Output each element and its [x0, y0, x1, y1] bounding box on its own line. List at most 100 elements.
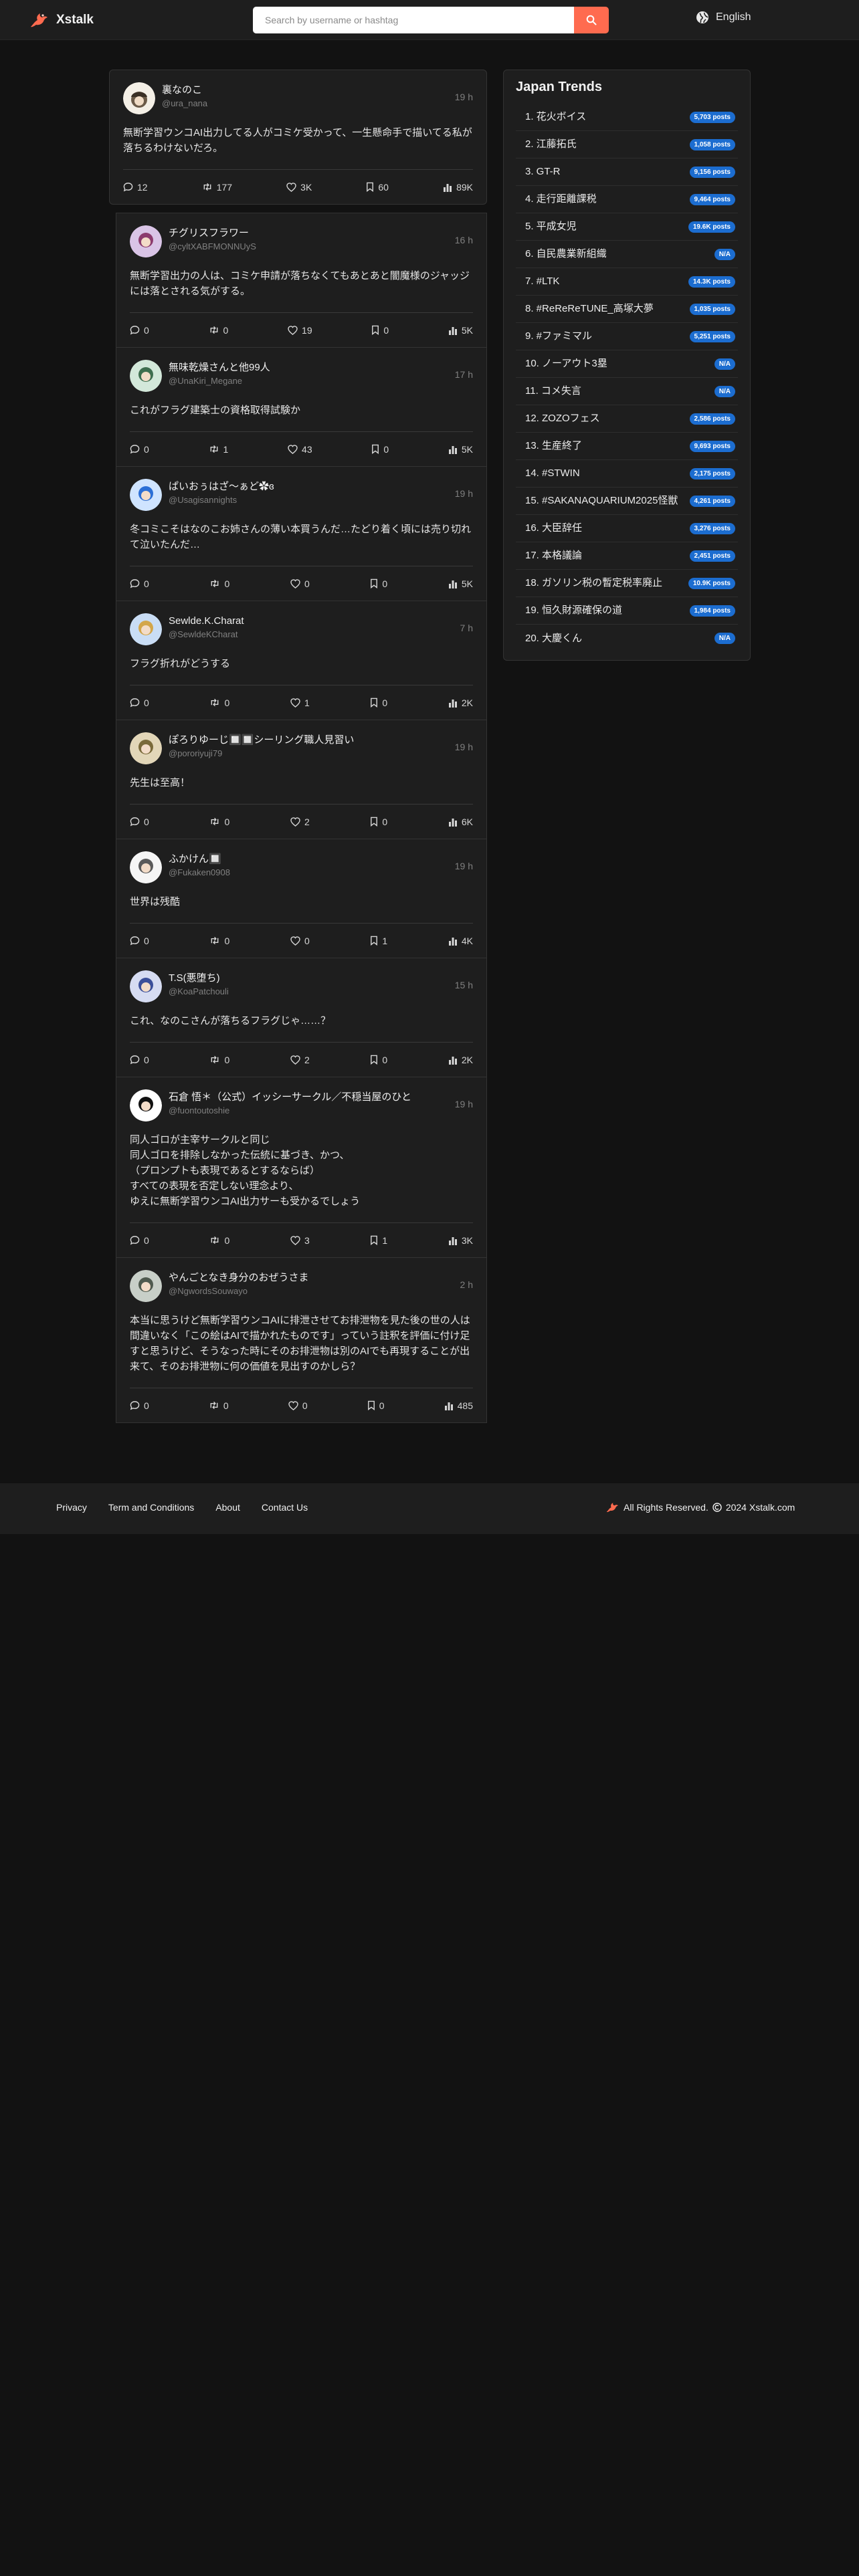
reply-button[interactable]: 0 — [130, 444, 149, 455]
bookmark-button[interactable]: 60 — [366, 182, 389, 193]
avatar[interactable] — [130, 479, 162, 511]
reply-button[interactable]: 0 — [130, 325, 149, 336]
author-name[interactable]: Sewlde.K.Charat — [169, 615, 460, 628]
reply-button[interactable]: 0 — [130, 817, 149, 827]
trend-item[interactable]: 20. 大慶くん N/A — [516, 625, 738, 652]
bookmark-button[interactable]: 1 — [370, 936, 387, 946]
reply-post[interactable]: 無味乾燥さんと他99人 @UnaKiri_Megane 17 h これがフラグ建築士の… — [116, 348, 487, 467]
trend-item[interactable]: 5. 平成女児 19.6K posts — [516, 213, 738, 241]
footer-link-contact[interactable]: Contact Us — [262, 1502, 308, 1513]
reply-button[interactable]: 0 — [130, 578, 149, 589]
author-handle[interactable]: @NgwordsSouwayo — [169, 1285, 460, 1298]
bookmark-button[interactable]: 0 — [370, 578, 387, 589]
author-handle[interactable]: @pororiyuji79 — [169, 747, 455, 760]
like-button[interactable]: 0 — [290, 936, 310, 946]
language-selector[interactable]: English — [696, 11, 751, 24]
reply-post[interactable]: やんごとなき身分のおぜうさま @NgwordsSouwayo 2 h 本当に思うけど無… — [116, 1258, 487, 1423]
avatar[interactable] — [130, 1089, 162, 1121]
author-name[interactable]: ぽろりゆーじ🔲🔲シーリング職人見習い — [169, 734, 455, 747]
avatar[interactable] — [123, 82, 155, 114]
like-button[interactable]: 3 — [290, 1235, 310, 1246]
like-button[interactable]: 2 — [290, 1055, 310, 1065]
trend-item[interactable]: 7. #LTK 14.3K posts — [516, 268, 738, 296]
reply-button[interactable]: 0 — [130, 936, 149, 946]
bookmark-button[interactable]: 0 — [370, 697, 387, 708]
avatar[interactable] — [130, 970, 162, 1002]
trend-item[interactable]: 1. 花火ボイス 5,703 posts — [516, 104, 738, 131]
trend-item[interactable]: 12. ZOZOフェス 2,586 posts — [516, 405, 738, 433]
reply-post[interactable]: ぱいおぅはざ〜ぁど✿ɞ @Usagisannights 19 h 冬コミこそはなのこお… — [116, 467, 487, 601]
search-button[interactable] — [574, 7, 609, 33]
main-post[interactable]: 裏なのこ @ura_nana 19 h 無断学習ウンコAI出力してる人がコミケ受… — [109, 70, 487, 205]
trend-item[interactable]: 10. ノーアウト3塁 N/A — [516, 350, 738, 378]
trend-item[interactable]: 8. #ReReReTUNE_高塚大夢 1,035 posts — [516, 296, 738, 323]
bookmark-button[interactable]: 0 — [367, 1400, 385, 1411]
repost-button[interactable]: 0 — [209, 1400, 229, 1411]
bookmark-button[interactable]: 0 — [371, 325, 389, 336]
bookmark-button[interactable]: 0 — [370, 817, 387, 827]
author-name[interactable]: T.S(悪堕ち) — [169, 972, 455, 985]
reply-button[interactable]: 0 — [130, 1400, 149, 1411]
reply-post[interactable]: チグリスフラワー @cyltXABFMONNUyS 16 h 無断学習出力の人は、コミ… — [116, 213, 487, 348]
trend-item[interactable]: 9. #ファミマル 5,251 posts — [516, 323, 738, 350]
footer-link-privacy[interactable]: Privacy — [56, 1502, 87, 1513]
trend-item[interactable]: 17. 本格議論 2,451 posts — [516, 542, 738, 570]
trend-item[interactable]: 14. #STWIN 2,175 posts — [516, 460, 738, 488]
author-handle[interactable]: @KoaPatchouli — [169, 985, 455, 998]
avatar[interactable] — [130, 1270, 162, 1302]
trend-item[interactable]: 2. 江藤拓氏 1,058 posts — [516, 131, 738, 158]
repost-button[interactable]: 177 — [202, 182, 232, 193]
reply-post[interactable]: T.S(悪堕ち) @KoaPatchouli 15 h これ、なのこさんが落ちるフラグ… — [116, 958, 487, 1077]
author-handle[interactable]: @cyltXABFMONNUyS — [169, 240, 455, 253]
author-name[interactable]: 石倉 悟＊（公式）イッシーサークル／不穏当屋のひと — [169, 1091, 455, 1104]
author-name[interactable]: チグリスフラワー — [169, 227, 455, 240]
like-button[interactable]: 19 — [288, 325, 312, 336]
trend-item[interactable]: 19. 恒久財源確保の道 1,984 posts — [516, 597, 738, 625]
avatar[interactable] — [130, 851, 162, 883]
footer-link-terms[interactable]: Term and Conditions — [108, 1502, 194, 1513]
repost-button[interactable]: 0 — [209, 325, 228, 336]
avatar[interactable] — [130, 225, 162, 257]
author-handle[interactable]: @ura_nana — [162, 97, 455, 110]
reply-post[interactable]: ふかけん🔲 @Fukaken0908 19 h 世界は残酷 0 0 0 1 4K — [116, 839, 487, 958]
like-button[interactable]: 0 — [290, 578, 310, 589]
repost-button[interactable]: 0 — [209, 1055, 229, 1065]
repost-button[interactable]: 0 — [209, 697, 229, 708]
author-handle[interactable]: @Fukaken0908 — [169, 866, 455, 879]
trend-item[interactable]: 15. #SAKANAQUARIUM2025怪獣 4,261 posts — [516, 488, 738, 515]
reply-button[interactable]: 0 — [130, 697, 149, 708]
author-handle[interactable]: @SewldeKCharat — [169, 628, 460, 641]
avatar[interactable] — [130, 360, 162, 392]
bookmark-button[interactable]: 1 — [370, 1235, 387, 1246]
like-button[interactable]: 1 — [290, 697, 310, 708]
repost-button[interactable]: 1 — [209, 444, 228, 455]
author-handle[interactable]: @Usagisannights — [169, 494, 455, 507]
author-handle[interactable]: @UnaKiri_Megane — [169, 374, 455, 388]
author-name[interactable]: やんごとなき身分のおぜうさま — [169, 1271, 460, 1285]
author-name[interactable]: ぱいおぅはざ〜ぁど✿ɞ — [169, 480, 455, 494]
trend-item[interactable]: 13. 生産終了 9,693 posts — [516, 433, 738, 460]
author-name[interactable]: 裏なのこ — [162, 84, 455, 97]
bookmark-button[interactable]: 0 — [371, 444, 389, 455]
reply-button[interactable]: 0 — [130, 1235, 149, 1246]
trend-item[interactable]: 16. 大臣辞任 3,276 posts — [516, 515, 738, 542]
bookmark-button[interactable]: 0 — [370, 1055, 387, 1065]
avatar[interactable] — [130, 613, 162, 645]
reply-button[interactable]: 12 — [123, 182, 148, 193]
trend-item[interactable]: 11. コメ失言 N/A — [516, 378, 738, 405]
trend-item[interactable]: 6. 自民農業新組織 N/A — [516, 241, 738, 268]
repost-button[interactable]: 0 — [209, 817, 229, 827]
footer-link-about[interactable]: About — [215, 1502, 240, 1513]
trend-item[interactable]: 18. ガソリン税の暫定税率廃止 10.9K posts — [516, 570, 738, 597]
like-button[interactable]: 2 — [290, 817, 310, 827]
brand-logo[interactable]: Xstalk — [28, 9, 94, 31]
trend-item[interactable]: 3. GT-R 9,156 posts — [516, 158, 738, 186]
search-input[interactable] — [253, 7, 574, 33]
repost-button[interactable]: 0 — [209, 936, 229, 946]
like-button[interactable]: 0 — [288, 1400, 308, 1411]
trend-item[interactable]: 4. 走行距離課税 9,464 posts — [516, 186, 738, 213]
reply-post[interactable]: 石倉 悟＊（公式）イッシーサークル／不穏当屋のひと @fuontoutoshie 1… — [116, 1077, 487, 1258]
author-name[interactable]: 無味乾燥さんと他99人 — [169, 361, 455, 374]
avatar[interactable] — [130, 732, 162, 764]
repost-button[interactable]: 0 — [209, 578, 229, 589]
